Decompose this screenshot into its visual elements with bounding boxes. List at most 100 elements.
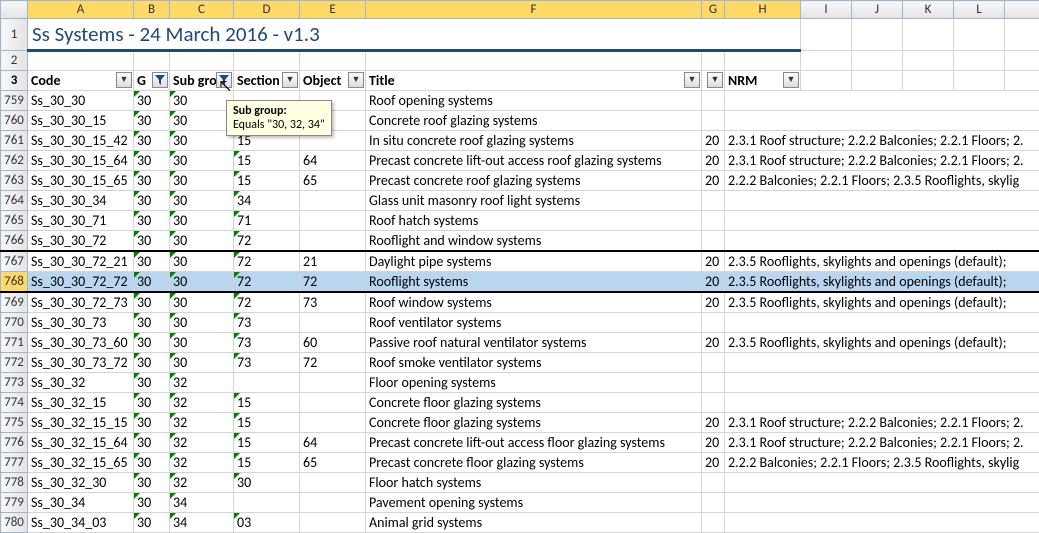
row-header[interactable]: 777 xyxy=(1,453,28,473)
cell-subgroup[interactable]: 30 xyxy=(170,211,234,231)
row-header[interactable]: 771 xyxy=(1,333,28,353)
col-header-B[interactable]: B xyxy=(134,1,170,19)
filter-button-title[interactable]: ▼ xyxy=(684,72,700,88)
cell-section[interactable]: 72 xyxy=(234,231,300,252)
cell-object[interactable] xyxy=(300,313,366,333)
cell-subgroup[interactable]: 32 xyxy=(170,473,234,493)
row-header[interactable]: 759 xyxy=(1,91,28,111)
cell-gcol[interactable]: 20 xyxy=(702,433,725,453)
row-header[interactable]: 773 xyxy=(1,373,28,393)
spreadsheet-grid[interactable]: A B C D E F G H I J K L 1 Ss Systems - 2… xyxy=(0,0,1039,533)
row-header-1[interactable]: 1 xyxy=(1,19,28,51)
filter-button-code[interactable]: ▼ xyxy=(116,72,132,88)
cell-nrm[interactable] xyxy=(725,231,1039,252)
cell-gcol[interactable]: 20 xyxy=(702,292,725,313)
cell-g[interactable]: 30 xyxy=(134,333,170,353)
cell-gcol[interactable] xyxy=(702,493,725,513)
cell-title[interactable]: Pavement opening systems xyxy=(366,493,702,513)
cell-nrm[interactable] xyxy=(725,513,1039,533)
cell-nrm[interactable] xyxy=(725,353,1039,373)
cell-title[interactable]: Concrete floor glazing systems xyxy=(366,413,702,433)
cell-g[interactable]: 30 xyxy=(134,313,170,333)
cell-section[interactable]: 15 xyxy=(234,433,300,453)
cell-title[interactable]: Floor opening systems xyxy=(366,373,702,393)
cell-code[interactable]: Ss_30_32_15 xyxy=(28,393,134,413)
cell-title[interactable]: Passive roof natural ventilator systems xyxy=(366,333,702,353)
cell-nrm[interactable] xyxy=(725,191,1039,211)
cell-gcol[interactable]: 20 xyxy=(702,251,725,272)
cell-subgroup[interactable]: 32 xyxy=(170,453,234,473)
cell-nrm[interactable]: 2.3.5 Rooflights, skylights and openings… xyxy=(725,251,1039,272)
cell-g[interactable]: 30 xyxy=(134,453,170,473)
cell-nrm[interactable] xyxy=(725,91,1039,111)
cell-object[interactable] xyxy=(300,231,366,252)
cell-nrm[interactable] xyxy=(725,373,1039,393)
cell-g[interactable]: 30 xyxy=(134,171,170,191)
col-header-K[interactable]: K xyxy=(903,1,954,19)
cell-nrm[interactable] xyxy=(725,211,1039,231)
cell-gcol[interactable] xyxy=(702,353,725,373)
cell-g[interactable]: 30 xyxy=(134,413,170,433)
cell-g[interactable]: 30 xyxy=(134,211,170,231)
col-header-I[interactable]: I xyxy=(801,1,852,19)
cell-g[interactable]: 30 xyxy=(134,433,170,453)
cell-nrm[interactable] xyxy=(725,111,1039,131)
col-header-J[interactable]: J xyxy=(852,1,903,19)
cell-subgroup[interactable]: 30 xyxy=(170,91,234,111)
cell-subgroup[interactable]: 30 xyxy=(170,111,234,131)
row-header[interactable]: 762 xyxy=(1,151,28,171)
cell-section[interactable]: 72 xyxy=(234,272,300,293)
cell-section[interactable]: 30 xyxy=(234,473,300,493)
cell-section[interactable]: 15 xyxy=(234,413,300,433)
filter-button-subgroup[interactable] xyxy=(216,72,232,88)
cell-object[interactable]: 73 xyxy=(300,292,366,313)
cell-object[interactable]: 21 xyxy=(300,251,366,272)
cell-object[interactable] xyxy=(300,373,366,393)
cell-object[interactable] xyxy=(300,513,366,533)
cell-title[interactable]: Roof window systems xyxy=(366,292,702,313)
cell-subgroup[interactable]: 30 xyxy=(170,151,234,171)
cell-title[interactable]: Roof ventilator systems xyxy=(366,313,702,333)
cell-object[interactable]: 72 xyxy=(300,272,366,293)
cell-subgroup[interactable]: 32 xyxy=(170,413,234,433)
cell-title[interactable]: Glass unit masonry roof light systems xyxy=(366,191,702,211)
cell-g[interactable]: 30 xyxy=(134,373,170,393)
cell-code[interactable]: Ss_30_30 xyxy=(28,91,134,111)
filter-button-g[interactable] xyxy=(152,72,168,88)
cell-gcol[interactable]: 20 xyxy=(702,413,725,433)
cell-section[interactable] xyxy=(234,373,300,393)
cell-section[interactable]: 15 xyxy=(234,393,300,413)
cell-gcol[interactable] xyxy=(702,231,725,252)
cell-nrm[interactable]: 2.3.5 Rooflights, skylights and openings… xyxy=(725,292,1039,313)
cell-title[interactable]: Animal grid systems xyxy=(366,513,702,533)
cell-code[interactable]: Ss_30_30_73_72 xyxy=(28,353,134,373)
cell-nrm[interactable] xyxy=(725,493,1039,513)
row-header-3[interactable]: 3 xyxy=(1,71,28,91)
cell-gcol[interactable] xyxy=(702,191,725,211)
cell-title[interactable]: Precast concrete lift-out access floor g… xyxy=(366,433,702,453)
row-header[interactable]: 768 xyxy=(1,272,28,293)
cell-subgroup[interactable]: 32 xyxy=(170,373,234,393)
cell-nrm[interactable]: 2.2.2 Balconies; 2.2.1 Floors; 2.3.5 Roo… xyxy=(725,171,1039,191)
cell-nrm[interactable]: 2.3.1 Roof structure; 2.2.2 Balconies; 2… xyxy=(725,433,1039,453)
col-header-C[interactable]: C xyxy=(170,1,234,19)
cell-nrm[interactable]: 2.3.1 Roof structure; 2.2.2 Balconies; 2… xyxy=(725,131,1039,151)
row-header[interactable]: 766 xyxy=(1,231,28,252)
cell-subgroup[interactable]: 30 xyxy=(170,191,234,211)
cell-g[interactable]: 30 xyxy=(134,272,170,293)
cell-subgroup[interactable]: 30 xyxy=(170,251,234,272)
cell-title[interactable]: Daylight pipe systems xyxy=(366,251,702,272)
cell-g[interactable]: 30 xyxy=(134,353,170,373)
cell-code[interactable]: Ss_30_30_73_60 xyxy=(28,333,134,353)
cell-title[interactable]: Roof opening systems xyxy=(366,91,702,111)
row-header[interactable]: 780 xyxy=(1,513,28,533)
cell-title[interactable]: Rooflight and window systems xyxy=(366,231,702,252)
cell-code[interactable]: Ss_30_30_15_42 xyxy=(28,131,134,151)
cell-nrm[interactable]: 2.3.1 Roof structure; 2.2.2 Balconies; 2… xyxy=(725,413,1039,433)
cell-object[interactable]: 65 xyxy=(300,453,366,473)
cell-subgroup[interactable]: 30 xyxy=(170,313,234,333)
col-header-A[interactable]: A xyxy=(28,1,134,19)
cell-section[interactable]: 71 xyxy=(234,211,300,231)
row-header[interactable]: 765 xyxy=(1,211,28,231)
col-header-D[interactable]: D xyxy=(234,1,300,19)
